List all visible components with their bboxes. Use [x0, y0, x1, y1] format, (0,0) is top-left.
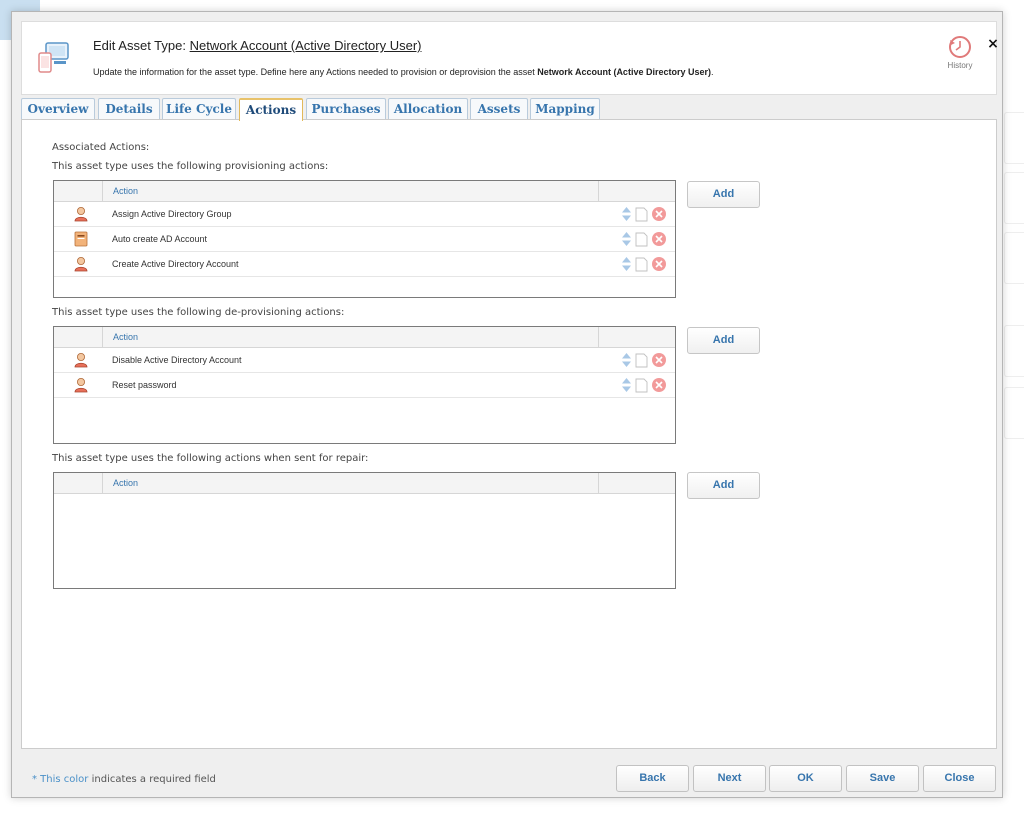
- reorder-arrows-icon[interactable]: [621, 256, 632, 272]
- delete-icon[interactable]: [651, 352, 667, 368]
- reorder-arrows-icon[interactable]: [621, 377, 632, 393]
- close-icon[interactable]: ×: [986, 37, 1000, 51]
- description-asset-name: Network Account (Active Directory User): [537, 67, 711, 77]
- repair-actions-grid: Action: [53, 472, 676, 589]
- action-name: Create Active Directory Account: [112, 259, 239, 269]
- column-header-action[interactable]: Action: [103, 327, 599, 347]
- person-icon: [74, 353, 88, 368]
- add-repair-action-button[interactable]: Add: [687, 472, 760, 499]
- tab-actions[interactable]: Actions: [239, 98, 303, 121]
- repair-label: This asset type uses the following actio…: [52, 453, 369, 464]
- row-controls: [621, 352, 669, 368]
- tab-overview[interactable]: Overview: [21, 98, 95, 120]
- tab-bar: Overview Details Life Cycle Actions Purc…: [21, 98, 997, 121]
- tab-allocation[interactable]: Allocation: [388, 98, 468, 120]
- tab-purchases[interactable]: Purchases: [306, 98, 386, 120]
- required-color-sample: * This color: [32, 774, 89, 785]
- table-row[interactable]: Create Active Directory Account: [54, 252, 675, 277]
- table-row[interactable]: Reset password: [54, 373, 675, 398]
- close-button[interactable]: Close: [923, 765, 996, 792]
- grid-header: Action: [54, 473, 675, 494]
- deprovisioning-label: This asset type uses the following de-pr…: [52, 307, 345, 318]
- save-button[interactable]: Save: [846, 765, 919, 792]
- history-icon: [949, 36, 971, 58]
- delete-icon[interactable]: [651, 206, 667, 222]
- dialog-title: Edit Asset Type: Network Account (Active…: [93, 38, 422, 53]
- action-name: Reset password: [112, 380, 177, 390]
- required-field-legend: * This color indicates a required field: [32, 774, 216, 785]
- person-icon: [74, 207, 88, 222]
- book-icon: [74, 231, 88, 247]
- row-controls: [621, 206, 669, 222]
- devices-icon: [38, 42, 69, 73]
- row-controls: [621, 231, 669, 247]
- back-button[interactable]: Back: [616, 765, 689, 792]
- background-card: [1004, 325, 1024, 377]
- delete-icon[interactable]: [651, 377, 667, 393]
- person-icon: [74, 378, 88, 393]
- background-card: [1004, 112, 1024, 164]
- grid-header: Action: [54, 181, 675, 202]
- dialog-header: Edit Asset Type: Network Account (Active…: [21, 21, 1000, 95]
- history-button[interactable]: History: [940, 34, 980, 74]
- add-deprovisioning-action-button[interactable]: Add: [687, 327, 760, 354]
- tab-details[interactable]: Details: [98, 98, 160, 120]
- next-button[interactable]: Next: [693, 765, 766, 792]
- action-name: Auto create AD Account: [112, 234, 208, 244]
- reorder-arrows-icon[interactable]: [621, 231, 632, 247]
- add-provisioning-action-button[interactable]: Add: [687, 181, 760, 208]
- history-label: History: [947, 61, 973, 70]
- edit-document-icon[interactable]: [635, 378, 649, 393]
- table-row[interactable]: Disable Active Directory Account: [54, 348, 675, 373]
- provisioning-label: This asset type uses the following provi…: [52, 161, 329, 172]
- reorder-arrows-icon[interactable]: [621, 352, 632, 368]
- row-controls: [621, 256, 669, 272]
- edit-document-icon[interactable]: [635, 232, 649, 247]
- background-card: [1004, 232, 1024, 284]
- tab-mapping[interactable]: Mapping: [530, 98, 600, 120]
- column-header-action[interactable]: Action: [103, 473, 599, 493]
- associated-actions-label: Associated Actions:: [52, 142, 150, 153]
- ok-button[interactable]: OK: [769, 765, 842, 792]
- action-name: Disable Active Directory Account: [112, 355, 242, 365]
- grid-header: Action: [54, 327, 675, 348]
- legend-text: indicates a required field: [88, 774, 216, 785]
- action-name: Assign Active Directory Group: [112, 209, 232, 219]
- dialog-title-label: Edit Asset Type:: [93, 38, 186, 53]
- row-controls: [621, 377, 669, 393]
- provisioning-actions-grid: Action Assign Active Directory Group Aut…: [53, 180, 676, 298]
- background-card: [1004, 387, 1024, 439]
- edit-asset-type-dialog: Edit Asset Type: Network Account (Active…: [11, 11, 1003, 798]
- delete-icon[interactable]: [651, 231, 667, 247]
- tab-life-cycle[interactable]: Life Cycle: [162, 98, 236, 120]
- table-row[interactable]: Assign Active Directory Group: [54, 202, 675, 227]
- edit-document-icon[interactable]: [635, 257, 649, 272]
- deprovisioning-actions-grid: Action Disable Active Directory Account …: [53, 326, 676, 444]
- description-suffix: .: [710, 67, 714, 77]
- edit-document-icon[interactable]: [635, 353, 649, 368]
- reorder-arrows-icon[interactable]: [621, 206, 632, 222]
- delete-icon[interactable]: [651, 256, 667, 272]
- background-card: [1004, 172, 1024, 224]
- edit-document-icon[interactable]: [635, 207, 649, 222]
- asset-type-name-link[interactable]: Network Account (Active Directory User): [190, 38, 422, 53]
- description-text: Update the information for the asset typ…: [93, 67, 538, 77]
- dialog-description: Update the information for the asset typ…: [93, 67, 714, 77]
- person-icon: [74, 257, 88, 272]
- table-row[interactable]: Auto create AD Account: [54, 227, 675, 252]
- tab-assets[interactable]: Assets: [470, 98, 528, 120]
- column-header-action[interactable]: Action: [103, 181, 599, 201]
